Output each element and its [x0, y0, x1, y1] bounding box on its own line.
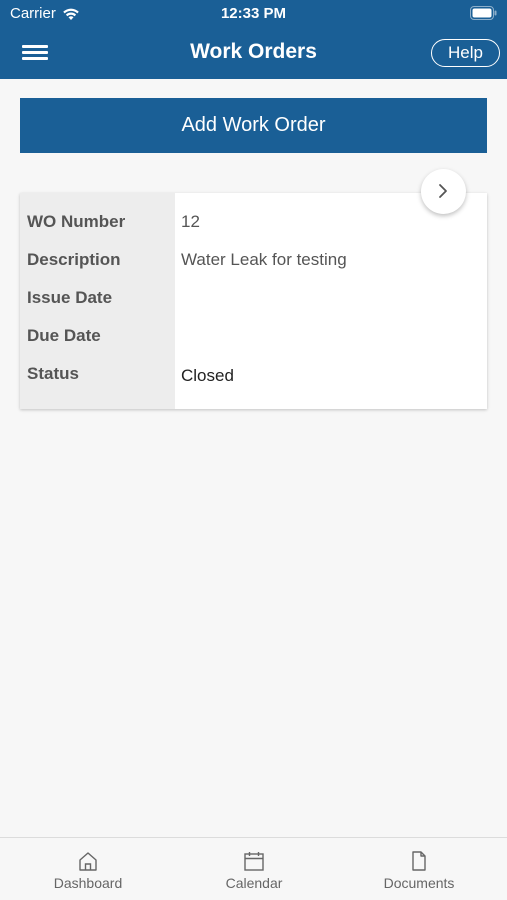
tab-documents[interactable]: Documents: [354, 850, 484, 891]
navigation-bar: Work Orders Help: [0, 28, 507, 79]
tab-dashboard-label: Dashboard: [53, 875, 123, 891]
status-value: Closed: [181, 366, 234, 385]
work-order-label-column: WO Number Description Issue Date Due Dat…: [20, 193, 175, 409]
wo-number-value: 12: [181, 212, 200, 231]
app-header: Carrier 12:33 PM Work Orders Help: [0, 0, 507, 79]
home-icon: [79, 852, 97, 871]
description-label: Description: [27, 250, 121, 269]
tab-calendar-label: Calendar: [225, 875, 283, 891]
status-label: Status: [27, 364, 79, 383]
calendar-icon: [244, 852, 264, 871]
issue-date-value: [175, 287, 487, 325]
due-date-value: [175, 325, 487, 363]
tab-dashboard[interactable]: Dashboard: [23, 850, 153, 891]
tab-documents-label: Documents: [383, 875, 455, 891]
description-value: Water Leak for testing: [181, 250, 347, 269]
chevron-right-icon: [439, 184, 447, 198]
tab-calendar[interactable]: Calendar: [189, 850, 319, 891]
tab-bar: Dashboard Calendar Documents: [0, 837, 507, 900]
issue-date-label: Issue Date: [27, 288, 113, 307]
status-time: 12:33 PM: [220, 5, 287, 22]
work-order-card[interactable]: WO Number Description Issue Date Due Dat…: [20, 193, 487, 409]
open-work-order-button[interactable]: [421, 169, 466, 214]
status-bar: Carrier 12:33 PM: [0, 0, 507, 28]
due-date-label: Due Date: [27, 326, 101, 345]
wo-number-label: WO Number: [27, 212, 126, 231]
document-icon: [412, 851, 426, 871]
work-order-value-column: 12 Water Leak for testing Closed: [175, 193, 487, 409]
help-button[interactable]: Help: [431, 39, 500, 67]
battery-icon: [470, 6, 497, 20]
add-work-order-button[interactable]: Add Work Order: [20, 98, 487, 153]
